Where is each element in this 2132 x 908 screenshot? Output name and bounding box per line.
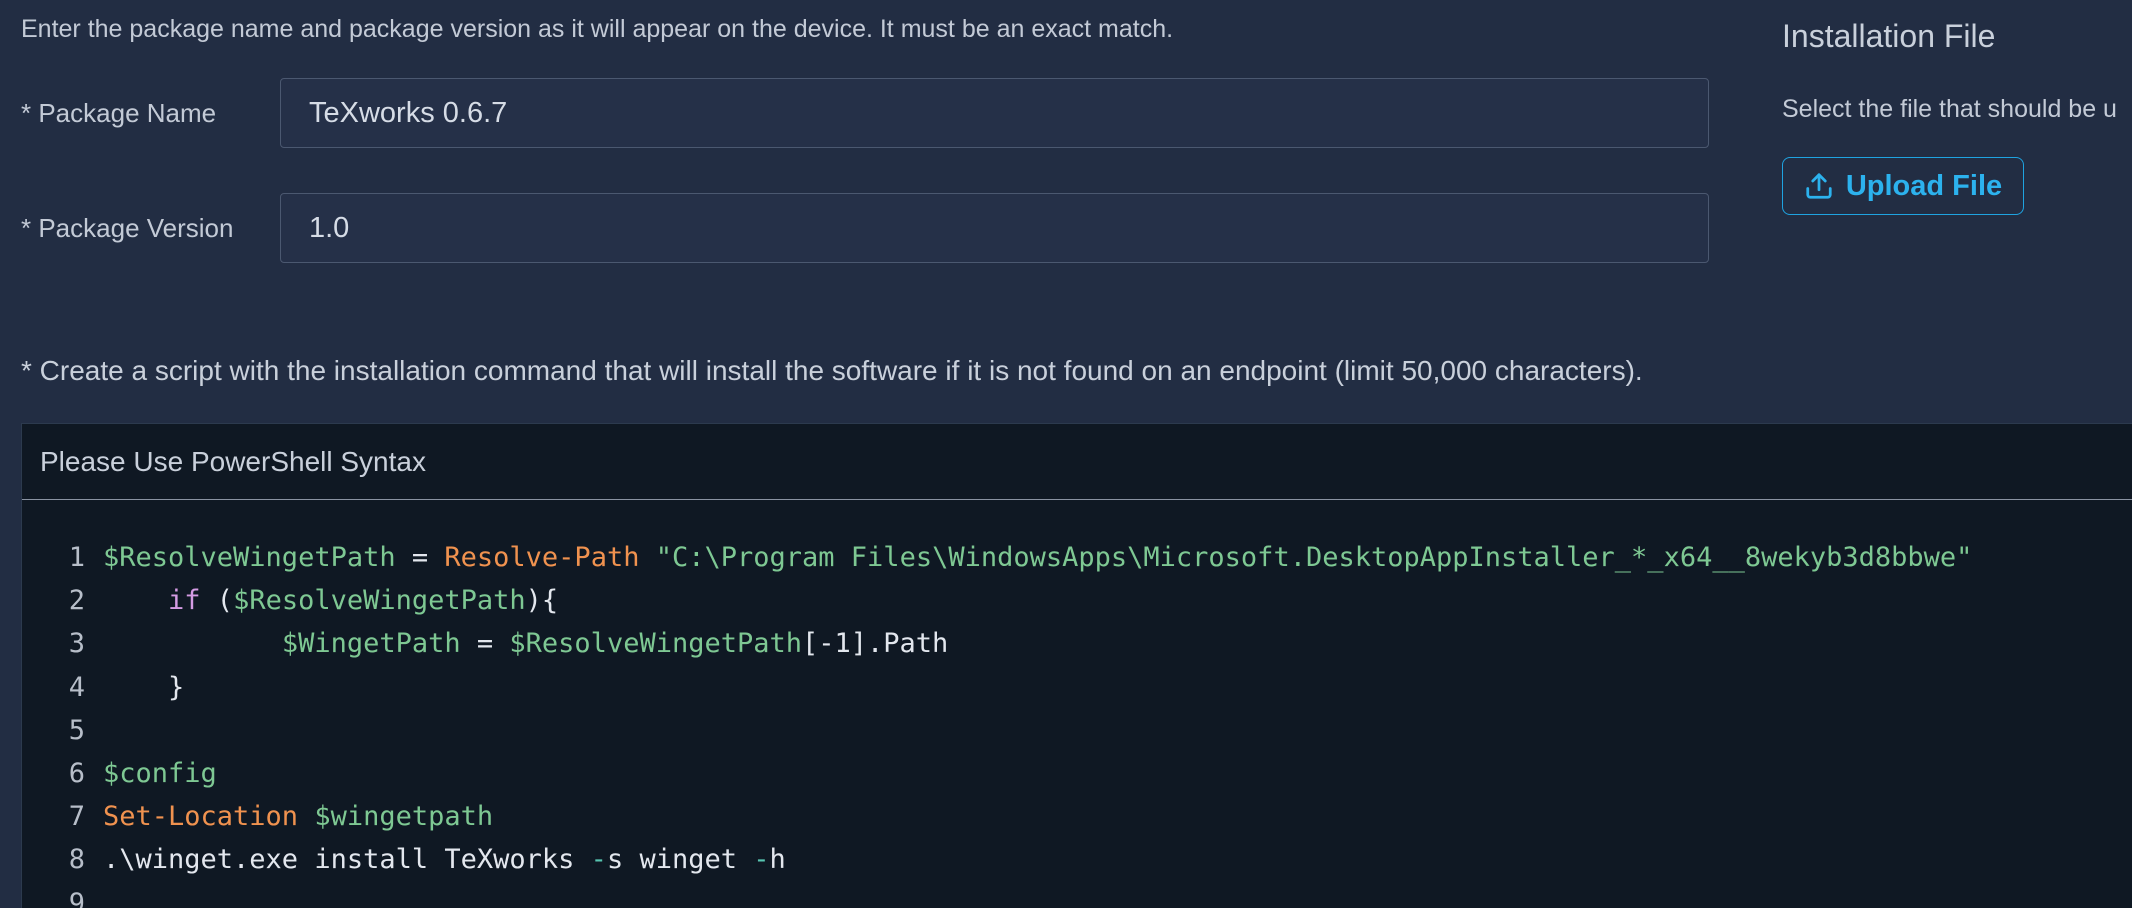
code-token: $ResolveWingetPath	[509, 628, 803, 660]
code-token: $ResolveWingetPath	[103, 542, 396, 573]
code-text: .\winget.exe install TeXworks -s winget …	[103, 838, 786, 881]
editor-header: Please Use PowerShell Syntax	[22, 424, 2132, 500]
code-token: Resolve-Path	[444, 542, 640, 573]
code-token: (	[200, 585, 234, 617]
code-text: Set-Location $wingetpath	[103, 795, 493, 838]
line-number: 1	[68, 542, 85, 573]
code-line: 8 .\winget.exe install TeXworks -s winget…	[22, 838, 1972, 881]
code-text: $WingetPath = $ResolveWingetPath[-1].Pat…	[103, 622, 949, 665]
code-line: 5	[22, 709, 1972, 752]
upload-icon	[1804, 171, 1834, 201]
line-number: 7	[68, 801, 85, 833]
line-number: 8	[68, 844, 85, 876]
code-line: 6 $config	[22, 752, 1972, 795]
code-token: "C:\Program Files\WindowsApps\Microsoft.…	[655, 542, 1973, 573]
intro-text: Enter the package name and package versi…	[21, 15, 1174, 43]
code-token: [-1].Path	[802, 628, 949, 660]
script-instruction: * Create a script with the installation …	[21, 355, 1643, 386]
code-line: 7 Set-Location $wingetpath	[22, 795, 1972, 838]
code-token: $WingetPath	[281, 628, 461, 660]
code-text: if ($ResolveWingetPath){	[103, 579, 558, 622]
code-token: $config	[103, 757, 217, 789]
package-name-label: * Package Name	[21, 98, 217, 128]
code-line: 1 $ResolveWingetPath = Resolve-Path "C:\P…	[22, 536, 1973, 579]
code-token: =	[395, 542, 445, 573]
line-number: 6	[68, 757, 85, 789]
code-token: if	[168, 585, 201, 617]
script-editor[interactable]: Please Use PowerShell Syntax 1 $ResolveWi…	[21, 423, 2132, 908]
code-line: 2 if ($ResolveWingetPath){	[22, 579, 1972, 622]
code-line: 9	[22, 882, 1972, 908]
code-token: ){	[525, 585, 559, 617]
code-line: 3 $WingetPath = $ResolveWingetPath[-1].P…	[22, 622, 1972, 665]
package-name-input[interactable]	[280, 78, 1709, 148]
line-number: 4	[68, 671, 85, 703]
installation-file-title: Installation File	[1782, 18, 1996, 54]
code-token: Set-Location	[103, 801, 299, 833]
code-text: }	[103, 666, 184, 709]
line-number: 2	[68, 585, 85, 617]
upload-file-button[interactable]: Upload File	[1782, 157, 2024, 215]
package-version-label: * Package Version	[21, 213, 234, 243]
code-token: $wingetpath	[314, 801, 494, 833]
code-token: =	[460, 628, 510, 660]
code-token: $ResolveWingetPath	[233, 585, 526, 617]
line-number: 9	[68, 887, 85, 908]
line-number: 5	[68, 714, 85, 746]
installation-file-hint: Select the file that should be u	[1782, 95, 2117, 123]
line-number: 3	[68, 628, 85, 660]
code-token: -	[753, 844, 770, 876]
code-token: -	[590, 844, 607, 876]
code-token: h	[769, 844, 786, 876]
package-version-input[interactable]	[280, 193, 1709, 263]
code-text: $ResolveWingetPath = Resolve-Path "C:\Pr…	[103, 536, 1972, 579]
upload-file-label: Upload File	[1845, 169, 2003, 202]
code-text: $config	[103, 752, 217, 795]
code-token: s winget	[606, 844, 754, 876]
code-token: .\winget.exe install TeXworks	[103, 844, 591, 876]
code-area[interactable]: 1 $ResolveWingetPath = Resolve-Path "C:\P…	[22, 536, 1973, 908]
code-token: }	[103, 671, 185, 703]
code-line: 4 }	[22, 666, 1972, 709]
package-form-page: Enter the package name and package versi…	[0, 0, 2132, 908]
